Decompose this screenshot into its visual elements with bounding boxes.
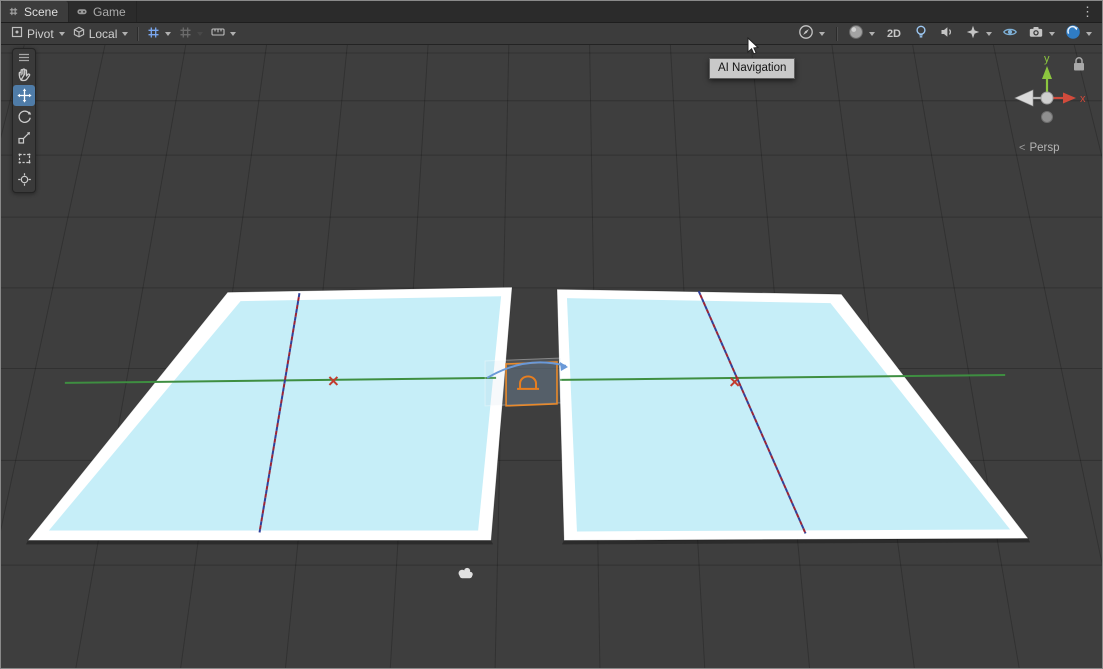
x-axis-label: x [1080, 93, 1086, 105]
grid-dim-icon [179, 26, 192, 42]
chevron-down-icon[interactable] [230, 32, 236, 36]
orbit-sphere-icon [1065, 24, 1081, 43]
pivot-label: Pivot [27, 27, 54, 41]
pivot-dropdown[interactable]: Pivot [7, 25, 69, 43]
chevron-down-icon[interactable] [197, 32, 203, 36]
chevron-down-icon[interactable] [1049, 32, 1055, 36]
gizmo-center-ball[interactable] [1041, 92, 1053, 104]
scale-tool[interactable] [13, 127, 35, 148]
tools-overlay [12, 48, 36, 193]
chevron-down-icon [122, 32, 128, 36]
projection-toggle[interactable]: < Persp [1019, 142, 1059, 154]
selection-outline [506, 362, 557, 406]
view-options-dropdown[interactable] [1061, 25, 1096, 43]
local-label: Local [89, 27, 118, 41]
table-left[interactable] [26, 287, 512, 544]
tab-game-label: Game [93, 5, 126, 19]
eye-icon [1002, 24, 1018, 43]
table-right[interactable] [557, 289, 1030, 544]
view-hand-tool[interactable] [13, 64, 35, 85]
table-left-shadow [26, 540, 493, 544]
local-dropdown[interactable]: Local [69, 25, 133, 43]
object-billboard-icon[interactable] [459, 568, 473, 578]
ruler-icon [211, 26, 225, 41]
selected-net-object[interactable] [485, 358, 568, 406]
camera-icon [1028, 24, 1044, 43]
grid-snap-toggle[interactable] [143, 25, 175, 43]
grid-icon [147, 26, 160, 42]
tab-scene[interactable]: Scene [1, 1, 69, 22]
transform-tool[interactable] [13, 169, 35, 190]
front-axis-cone[interactable] [1015, 90, 1033, 106]
chevron-down-icon [59, 32, 65, 36]
camera-settings-dropdown[interactable] [1024, 25, 1059, 43]
chevron-down-icon[interactable] [165, 32, 171, 36]
ai-navigation-toggle[interactable] [794, 25, 829, 43]
lock-icon[interactable] [1074, 58, 1084, 71]
mouse-cursor-icon [747, 37, 761, 57]
persp-chevron-icon: < [1019, 142, 1025, 154]
scene-visibility-toggle[interactable] [998, 25, 1022, 43]
gamepad-icon [76, 6, 88, 17]
chevron-down-icon[interactable] [1086, 32, 1092, 36]
overlay-handle-icon[interactable] [13, 51, 35, 64]
tab-strip: Scene Game ⋮ [1, 1, 1102, 23]
tab-game[interactable]: Game [69, 1, 137, 22]
x-axis-cone[interactable] [1063, 93, 1076, 104]
y-axis-cone[interactable] [1042, 66, 1052, 79]
unity-editor-window: Scene Game ⋮ Pivot Local [0, 0, 1103, 669]
move-tool[interactable] [13, 85, 35, 106]
grid-lines [1, 45, 1102, 668]
scene-lighting-toggle[interactable] [909, 25, 933, 43]
effects-dropdown[interactable] [961, 25, 996, 43]
grid-visibility-toggle[interactable] [175, 25, 207, 43]
shaded-sphere-icon [848, 24, 864, 43]
sparkle-icon [965, 24, 981, 43]
chevron-down-icon[interactable] [819, 32, 825, 36]
lightbulb-icon [913, 24, 929, 43]
scene-toolbar: Pivot Local [1, 23, 1102, 45]
scene-audio-toggle[interactable] [935, 25, 959, 43]
pivot-icon [11, 26, 23, 41]
rotate-tool[interactable] [13, 106, 35, 127]
2d-label: 2D [885, 28, 903, 40]
snap-increment-dropdown[interactable] [207, 25, 240, 43]
tab-scene-label: Scene [24, 5, 58, 19]
scene-grid-icon [8, 6, 19, 17]
ai-navigation-tooltip: AI Navigation [709, 58, 795, 79]
table-left-surface [49, 296, 501, 530]
toolbar-separator [137, 27, 138, 41]
toolbar-separator [836, 27, 837, 41]
persp-label: Persp [1029, 142, 1059, 154]
neg-y-axis-ball[interactable] [1042, 112, 1053, 123]
speaker-icon [939, 24, 955, 43]
kebab-menu-icon[interactable]: ⋮ [1073, 1, 1102, 22]
y-axis-label: y [1044, 53, 1050, 65]
chevron-down-icon[interactable] [869, 32, 875, 36]
toggle-2d-view[interactable]: 2D [881, 25, 907, 43]
rect-tool[interactable] [13, 148, 35, 169]
local-axes-icon [73, 26, 85, 41]
draw-mode-dropdown[interactable] [844, 25, 879, 43]
orientation-gizmo[interactable]: y x [999, 49, 1103, 141]
scene-viewport[interactable]: y x < Persp [1, 45, 1102, 668]
chevron-down-icon[interactable] [986, 32, 992, 36]
compass-icon [798, 24, 814, 43]
